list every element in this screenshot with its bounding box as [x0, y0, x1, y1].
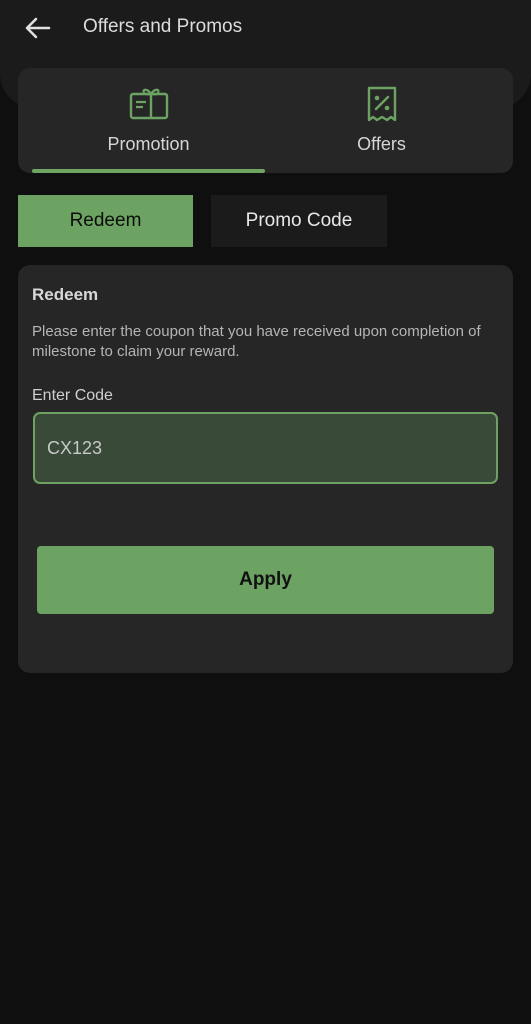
tab-offers-label: Offers	[357, 134, 406, 154]
apply-button[interactable]: Apply	[37, 546, 494, 614]
active-tab-indicator	[32, 169, 265, 173]
arrow-left-icon	[25, 17, 51, 39]
redeem-card: Redeem Please enter the coupon that you …	[18, 265, 513, 673]
redeem-segment-button[interactable]: Redeem	[18, 195, 193, 247]
enter-code-label: Enter Code	[32, 387, 113, 404]
code-input[interactable]	[33, 412, 498, 484]
tab-offers[interactable]: Offers	[265, 68, 498, 173]
tab-promotion[interactable]: Promotion	[32, 68, 265, 173]
percent-receipt-icon	[367, 86, 396, 122]
back-button[interactable]	[20, 10, 56, 46]
tabs-card: Promotion Offers	[18, 68, 513, 173]
gift-voucher-icon	[129, 88, 168, 120]
offers-promos-screen: Offers and Promos Promotion Offers Redee…	[0, 0, 531, 1024]
redeem-description: Please enter the coupon that you have re…	[32, 323, 481, 360]
redeem-card-title: Redeem	[32, 285, 99, 304]
page-title: Offers and Promos	[83, 16, 243, 37]
tab-promotion-label: Promotion	[107, 134, 190, 154]
promo-code-segment-button[interactable]: Promo Code	[211, 195, 387, 247]
